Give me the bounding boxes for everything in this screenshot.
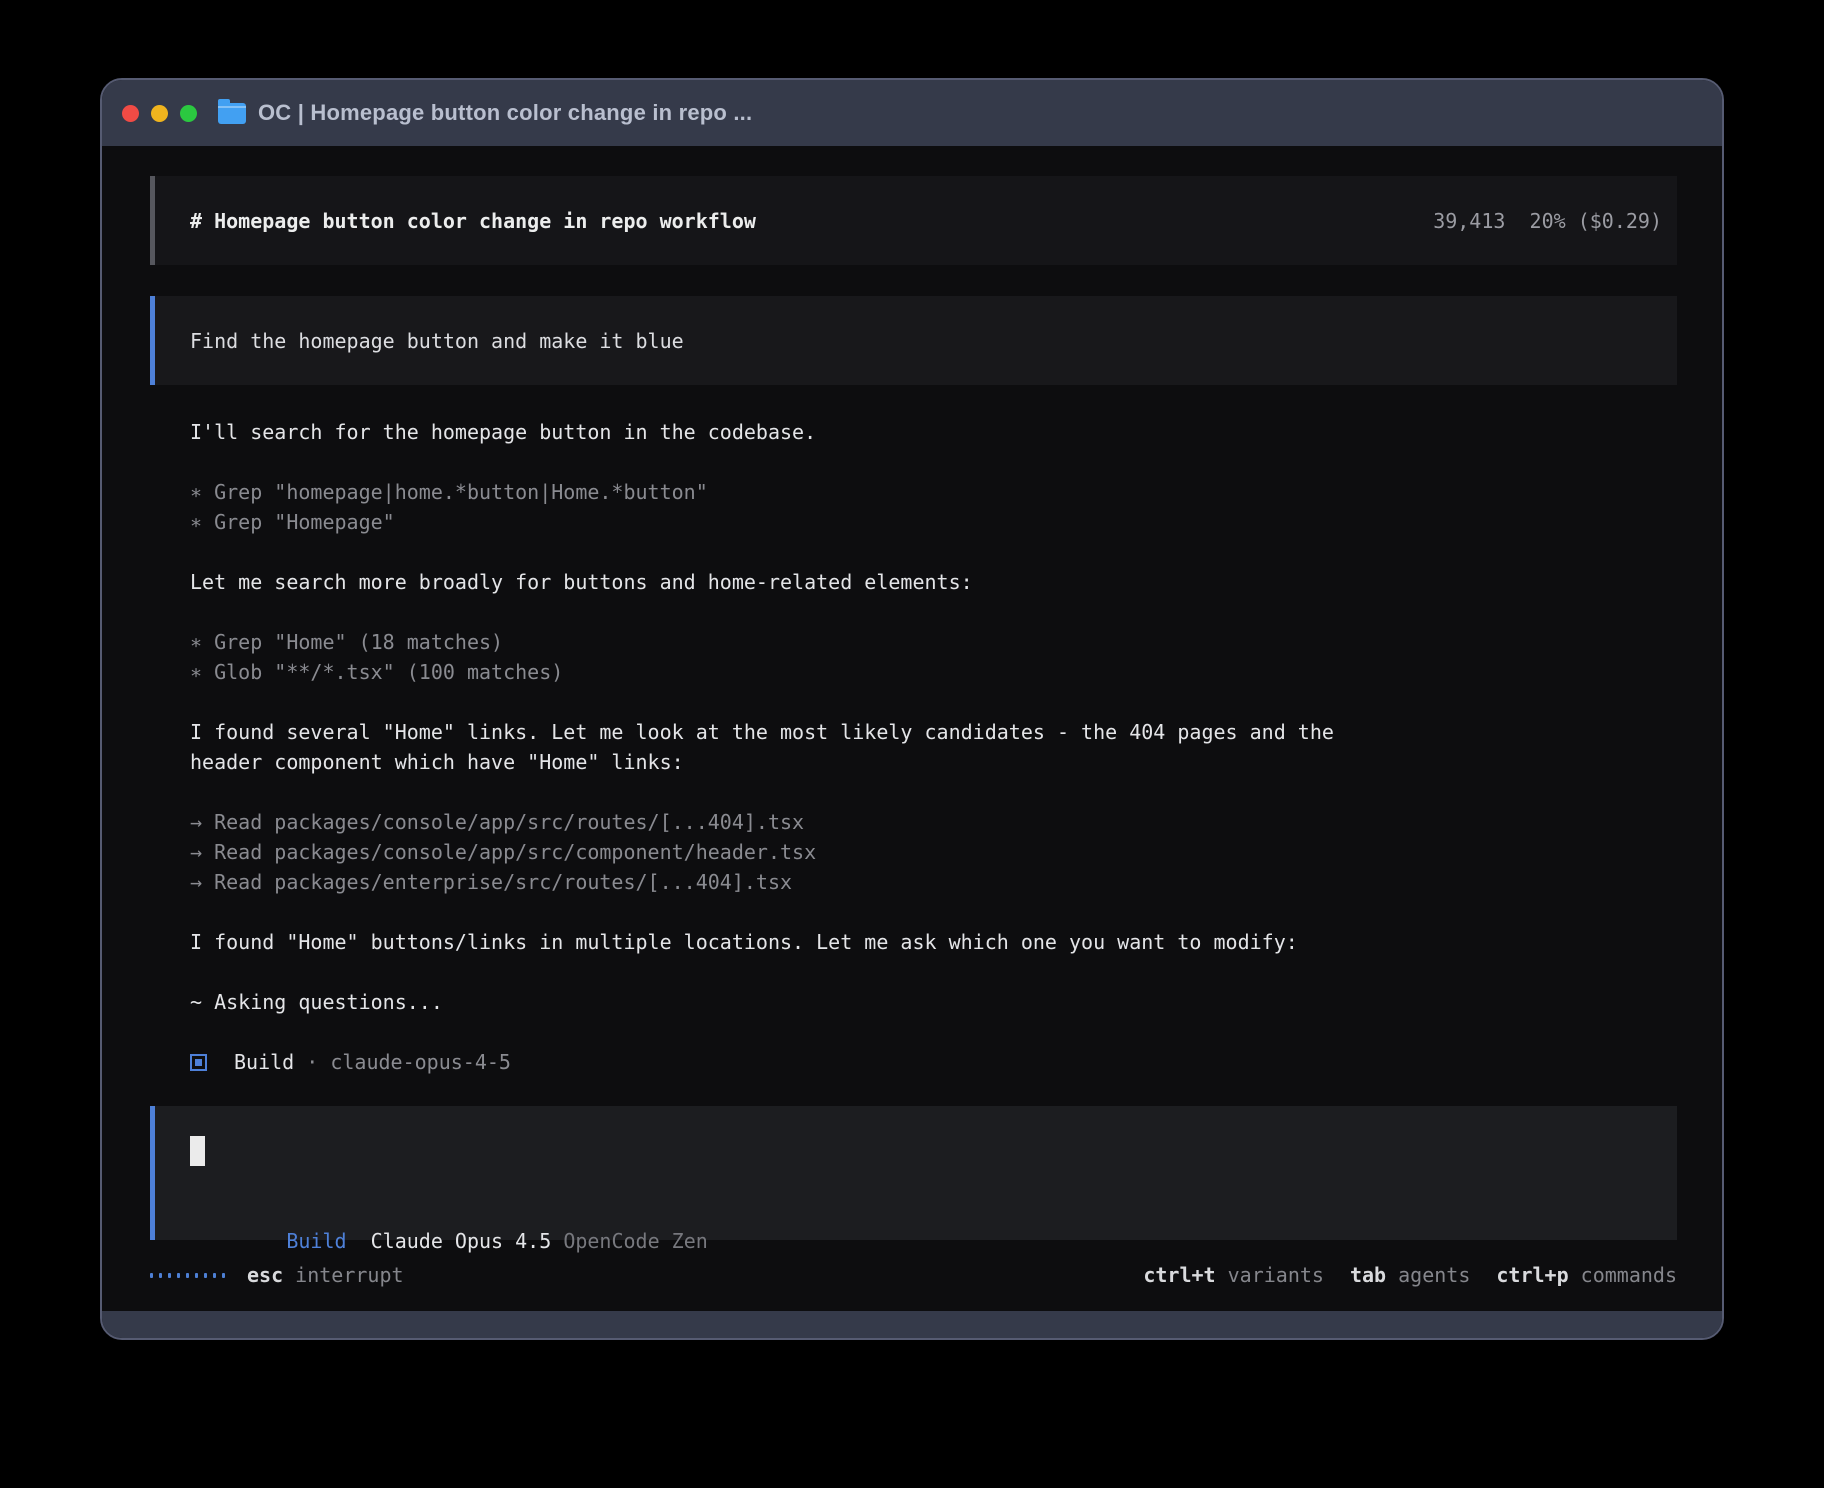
input-provider-label: OpenCode Zen [563, 1229, 708, 1253]
gap [347, 1229, 371, 1253]
blank-line [190, 957, 1677, 987]
spinner-dot [177, 1273, 180, 1278]
agent-name: Build [234, 1047, 294, 1077]
spinner-dot [168, 1273, 171, 1278]
spinner-dot [195, 1273, 198, 1278]
input-agent-label[interactable]: Build [286, 1229, 346, 1253]
spinner-dot [213, 1273, 216, 1278]
assistant-text-line: I'll search for the homepage button in t… [190, 417, 1677, 447]
tool-call-line: ∗ Grep "Homepage" [190, 507, 1677, 537]
traffic-lights [122, 105, 197, 122]
hint-agents: tab agents [1350, 1260, 1470, 1290]
hint-key: ctrl+t [1143, 1263, 1215, 1287]
spinner-dot [186, 1273, 189, 1278]
token-count: 39,413 [1433, 209, 1505, 233]
hint-key: esc [247, 1263, 283, 1287]
agent-square-icon [190, 1054, 207, 1071]
tool-call-line: ∗ Glob "**/*.tsx" (100 matches) [190, 657, 1677, 687]
hint-variants: ctrl+t variants [1143, 1260, 1324, 1290]
session-stats: 39,413 20% ($0.29) [1433, 206, 1662, 236]
transcript: I'll search for the homepage button in t… [150, 417, 1677, 1077]
folder-icon [218, 103, 246, 124]
assistant-text-line: ~ Asking questions... [190, 987, 1677, 1017]
tool-call-line: ∗ Grep "Home" (18 matches) [190, 627, 1677, 657]
blank-line [190, 537, 1677, 567]
hint-label: agents [1398, 1263, 1470, 1287]
titlebar: OC | Homepage button color change in rep… [102, 80, 1722, 146]
text-cursor [190, 1136, 205, 1166]
tool-call-line: ∗ Grep "homepage|home.*button|Home.*butt… [190, 477, 1677, 507]
session-title: # Homepage button color change in repo w… [190, 206, 756, 236]
agent-separator: · [294, 1047, 330, 1077]
window-title: OC | Homepage button color change in rep… [258, 100, 752, 126]
spinner-dot [222, 1273, 225, 1278]
gap [551, 1229, 563, 1253]
terminal-window: OC | Homepage button color change in rep… [100, 78, 1724, 1340]
prompt-input[interactable]: Build Claude Opus 4.5 OpenCode Zen [150, 1106, 1677, 1240]
blank-line [190, 597, 1677, 627]
tool-call-line: → Read packages/console/app/src/routes/[… [190, 807, 1677, 837]
window-bottom-frame [102, 1311, 1722, 1338]
hint-commands: ctrl+p commands [1496, 1260, 1677, 1290]
zoom-button[interactable] [180, 105, 197, 122]
assistant-text-line: I found "Home" buttons/links in multiple… [190, 927, 1677, 957]
tool-call-line: → Read packages/console/app/src/componen… [190, 837, 1677, 867]
blank-line [190, 897, 1677, 927]
tool-call-line: → Read packages/enterprise/src/routes/[.… [190, 867, 1677, 897]
hint-key: ctrl+p [1496, 1263, 1568, 1287]
session-cost: ($0.29) [1578, 209, 1662, 233]
assistant-text-line: I found several "Home" links. Let me loo… [190, 717, 1677, 747]
hint-label: interrupt [295, 1263, 403, 1287]
spinner-dot [150, 1273, 153, 1278]
user-message-text: Find the homepage button and make it blu… [190, 326, 684, 356]
hint-interrupt: esc interrupt [247, 1260, 404, 1290]
context-percent: 20% [1530, 209, 1566, 233]
terminal-content: # Homepage button color change in repo w… [102, 146, 1722, 1311]
assistant-text-line: Let me search more broadly for buttons a… [190, 567, 1677, 597]
input-meta: Build Claude Opus 4.5 OpenCode Zen [190, 1196, 1677, 1226]
status-left: esc interrupt [150, 1260, 404, 1290]
blank-line [190, 777, 1677, 807]
blank-line [190, 1017, 1677, 1047]
input-model-label[interactable]: Claude Opus 4.5 [371, 1229, 552, 1253]
user-message: Find the homepage button and make it blu… [150, 296, 1677, 385]
session-header: # Homepage button color change in repo w… [150, 176, 1677, 265]
agent-status-row: Build · claude-opus-4-5 [190, 1047, 1677, 1077]
blank-line [190, 447, 1677, 477]
assistant-text-line: header component which have "Home" links… [190, 747, 1677, 777]
hint-label: variants [1228, 1263, 1324, 1287]
gap [283, 1263, 295, 1287]
status-bar: esc interrupt ctrl+t variantstab agentsc… [150, 1260, 1677, 1290]
hint-label: commands [1581, 1263, 1677, 1287]
spinner-dot [204, 1273, 207, 1278]
hint-key: tab [1350, 1263, 1386, 1287]
blank-line [190, 687, 1677, 717]
agent-model: claude-opus-4-5 [330, 1047, 511, 1077]
status-right: ctrl+t variants tab agents ctrl+p commands [1143, 1260, 1677, 1290]
spinner-dot [159, 1273, 162, 1278]
spinner-dots [150, 1273, 225, 1278]
close-button[interactable] [122, 105, 139, 122]
minimize-button[interactable] [151, 105, 168, 122]
